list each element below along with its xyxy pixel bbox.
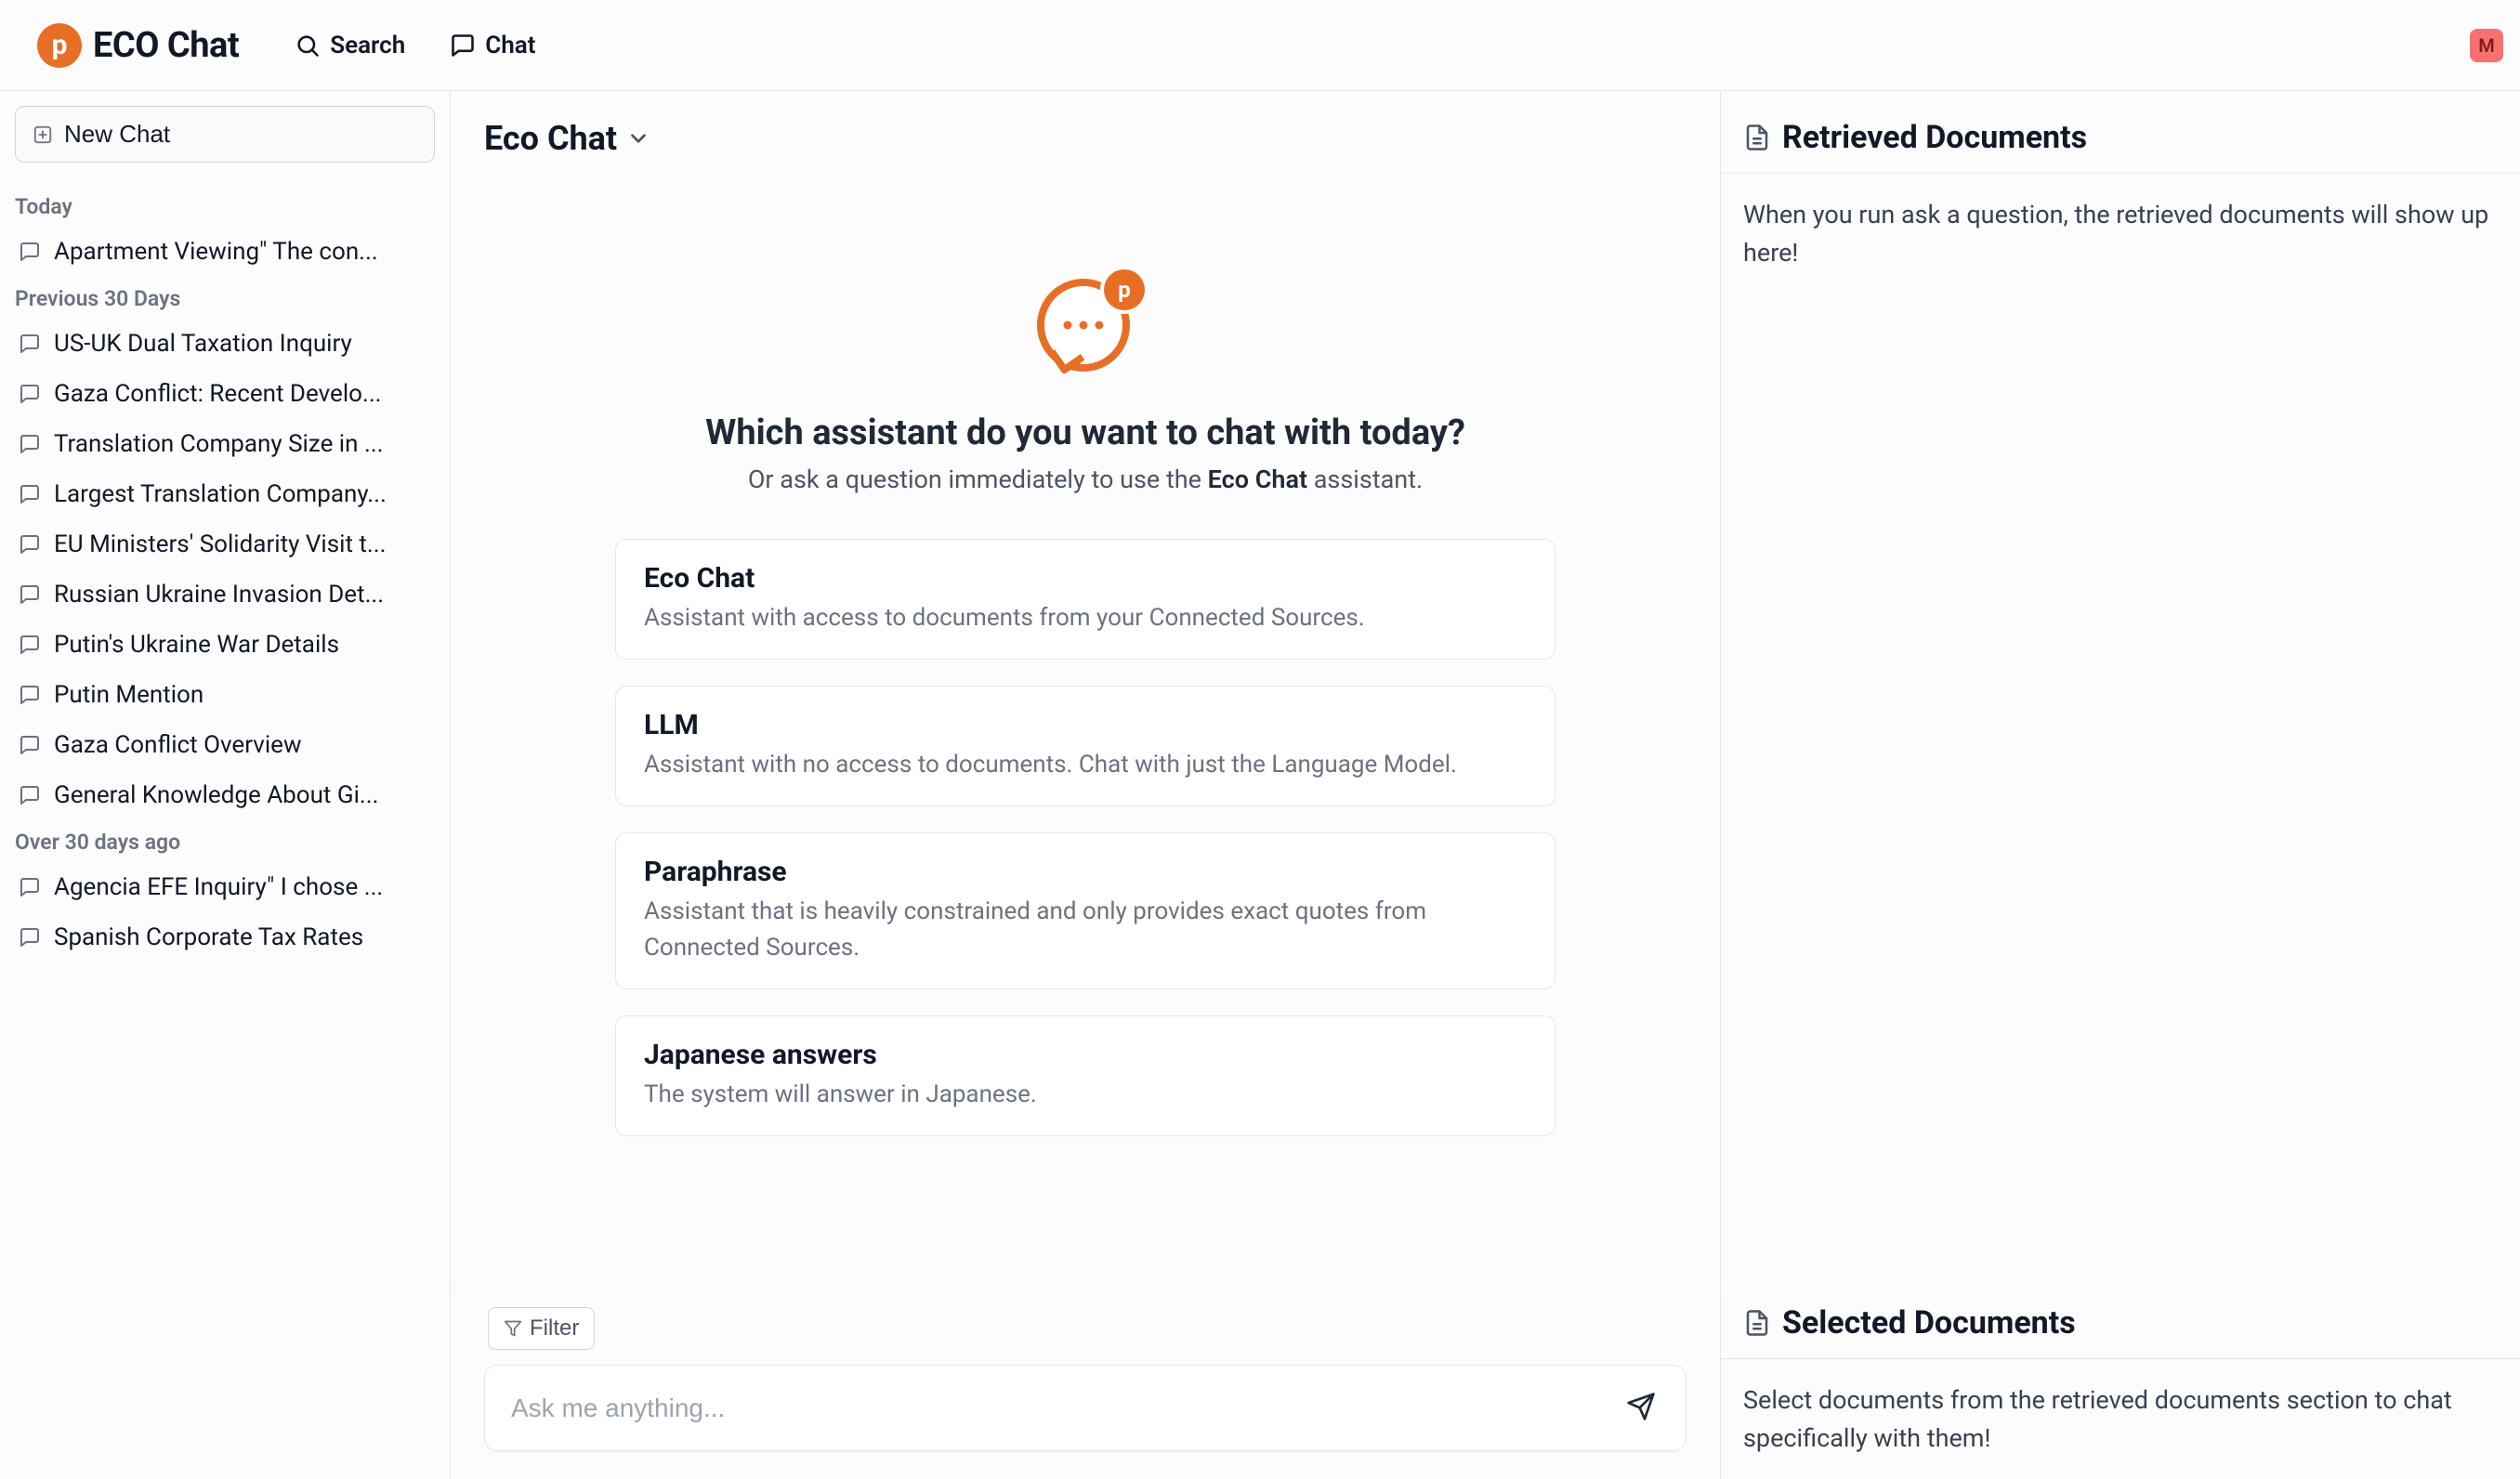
sidebar-chat-item[interactable]: Translation Company Size in ... [9, 419, 440, 469]
retrieved-documents-title: Retrieved Documents [1782, 119, 2087, 156]
sidebar-chat-item[interactable]: Putin Mention [9, 670, 440, 720]
sidebar-chat-item-label: General Knowledge About Gi... [54, 781, 431, 809]
assistant-card[interactable]: Paraphrase Assistant that is heavily cons… [615, 832, 1555, 989]
nav-links: Search Chat [295, 32, 535, 59]
sidebar-section-label: Over 30 days ago [9, 820, 440, 862]
assistant-list: Eco Chat Assistant with access to documen… [615, 539, 1555, 1136]
brand: p ECO Chat [37, 23, 239, 68]
sidebar-chat-item-label: Largest Translation Company... [54, 480, 431, 508]
sidebar-chat-item-label: Putin's Ukraine War Details [54, 631, 431, 659]
chat-icon [19, 583, 41, 606]
sidebar-chat-item[interactable]: Largest Translation Company... [9, 469, 440, 519]
chat-icon [19, 533, 41, 556]
chat-icon [19, 383, 41, 405]
hero-title: Which assistant do you want to chat with… [705, 412, 1465, 453]
file-text-icon [1743, 124, 1771, 151]
sidebar-chat-item[interactable]: Spanish Corporate Tax Rates [9, 912, 440, 962]
filter-button[interactable]: Filter [488, 1307, 595, 1350]
chat-icon [19, 734, 41, 756]
retrieved-documents-body: When you run ask a question, the retriev… [1721, 174, 2520, 294]
hero-badge: p [1104, 269, 1145, 310]
plus-square-icon [33, 124, 53, 145]
nav-chat-label: Chat [485, 32, 535, 59]
hero-icon: p [1037, 279, 1134, 375]
chat-icon [19, 241, 41, 263]
send-icon [1626, 1392, 1656, 1421]
sidebar-chat-item[interactable]: Agencia EFE Inquiry" I chose ... [9, 862, 440, 912]
sidebar-chat-item-label: Spanish Corporate Tax Rates [54, 923, 431, 951]
sidebar-chat-item-label: Apartment Viewing" The con... [54, 238, 431, 266]
sidebar-chat-item-label: EU Ministers' Solidarity Visit t... [54, 530, 431, 558]
search-icon [295, 33, 321, 59]
sidebar-section-label: Previous 30 Days [9, 277, 440, 319]
assistant-card-title: Eco Chat [644, 562, 1527, 595]
assistant-card-desc: Assistant with access to documents from … [644, 600, 1527, 636]
selected-documents-header: Selected Documents [1721, 1276, 2520, 1358]
selected-documents-title: Selected Documents [1782, 1304, 2076, 1342]
chat-icon [19, 684, 41, 706]
sidebar-chat-item[interactable]: Putin's Ukraine War Details [9, 620, 440, 670]
chat-icon [19, 876, 41, 898]
chat-icon [19, 433, 41, 455]
chat-icon [450, 33, 476, 59]
nav-search-label: Search [330, 32, 405, 59]
sidebar-chat-item-label: US-UK Dual Taxation Inquiry [54, 330, 431, 358]
brand-logo: p [37, 23, 82, 68]
chat-icon [19, 926, 41, 949]
sidebar-chat-item[interactable]: General Knowledge About Gi... [9, 770, 440, 820]
sidebar-chat-item-label: Gaza Conflict Overview [54, 731, 431, 759]
avatar[interactable]: M [2470, 29, 2503, 62]
nav-chat[interactable]: Chat [450, 32, 535, 59]
sidebar-chat-item-label: Agencia EFE Inquiry" I chose ... [54, 873, 431, 901]
sidebar-chat-item-label: Translation Company Size in ... [54, 430, 431, 458]
sidebar-chat-item-label: Russian Ukraine Invasion Det... [54, 581, 431, 609]
chat-icon [19, 333, 41, 355]
chat-icon [19, 634, 41, 656]
new-chat-label: New Chat [64, 120, 170, 149]
retrieved-documents-header: Retrieved Documents [1721, 91, 2520, 173]
chat-icon [19, 483, 41, 505]
sidebar-chat-item[interactable]: US-UK Dual Taxation Inquiry [9, 319, 440, 369]
assistant-card-title: Japanese answers [644, 1039, 1527, 1071]
chat-icon [19, 784, 41, 806]
chat-input-row [484, 1365, 1687, 1451]
sidebar-chat-item-label: Putin Mention [54, 681, 431, 709]
file-text-icon [1743, 1309, 1771, 1337]
selected-documents-body: Select documents from the retrieved docu… [1721, 1359, 2520, 1479]
chat-input[interactable] [511, 1394, 1622, 1423]
sidebar-chat-item[interactable]: Russian Ukraine Invasion Det... [9, 569, 440, 620]
sidebar-chat-item-label: Gaza Conflict: Recent Develo... [54, 380, 431, 408]
sidebar: New Chat Today Apartment Viewing" The con… [0, 91, 451, 1479]
nav-search[interactable]: Search [295, 32, 405, 59]
chevron-down-icon [626, 126, 650, 151]
app-header: p ECO Chat Search Chat M [0, 0, 2520, 91]
right-panel: Retrieved Documents When you run ask a q… [1721, 91, 2520, 1479]
assistant-card-desc: The system will answer in Japanese. [644, 1077, 1527, 1113]
center-column: Eco Chat p Which assistant do you want t… [451, 91, 1721, 1479]
sidebar-chat-item[interactable]: Gaza Conflict: Recent Develo... [9, 369, 440, 419]
center-footer: Filter [451, 1288, 1720, 1479]
assistant-card[interactable]: Japanese answers The system will answer i… [615, 1015, 1555, 1136]
sidebar-chat-item[interactable]: Gaza Conflict Overview [9, 720, 440, 770]
send-button[interactable] [1622, 1388, 1660, 1428]
filter-icon [504, 1319, 522, 1338]
assistant-card-desc: Assistant with no access to documents. C… [644, 747, 1527, 783]
assistant-card-desc: Assistant that is heavily constrained an… [644, 894, 1527, 966]
hero-subtitle: Or ask a question immediately to use the… [748, 465, 1423, 494]
center-body: p Which assistant do you want to chat wi… [451, 167, 1720, 1288]
assistant-card[interactable]: Eco Chat Assistant with access to documen… [615, 539, 1555, 660]
new-chat-button[interactable]: New Chat [15, 106, 435, 163]
filter-label: Filter [530, 1315, 579, 1342]
chat-selector[interactable]: Eco Chat [451, 91, 1720, 167]
sidebar-chat-item[interactable]: Apartment Viewing" The con... [9, 227, 440, 277]
assistant-card-title: Paraphrase [644, 856, 1527, 888]
sidebar-chat-item[interactable]: EU Ministers' Solidarity Visit t... [9, 519, 440, 569]
center-title: Eco Chat [484, 119, 617, 158]
assistant-card[interactable]: LLM Assistant with no access to documents… [615, 686, 1555, 806]
sidebar-section-label: Today [9, 185, 440, 227]
brand-name: ECO Chat [93, 25, 239, 66]
assistant-card-title: LLM [644, 709, 1527, 741]
